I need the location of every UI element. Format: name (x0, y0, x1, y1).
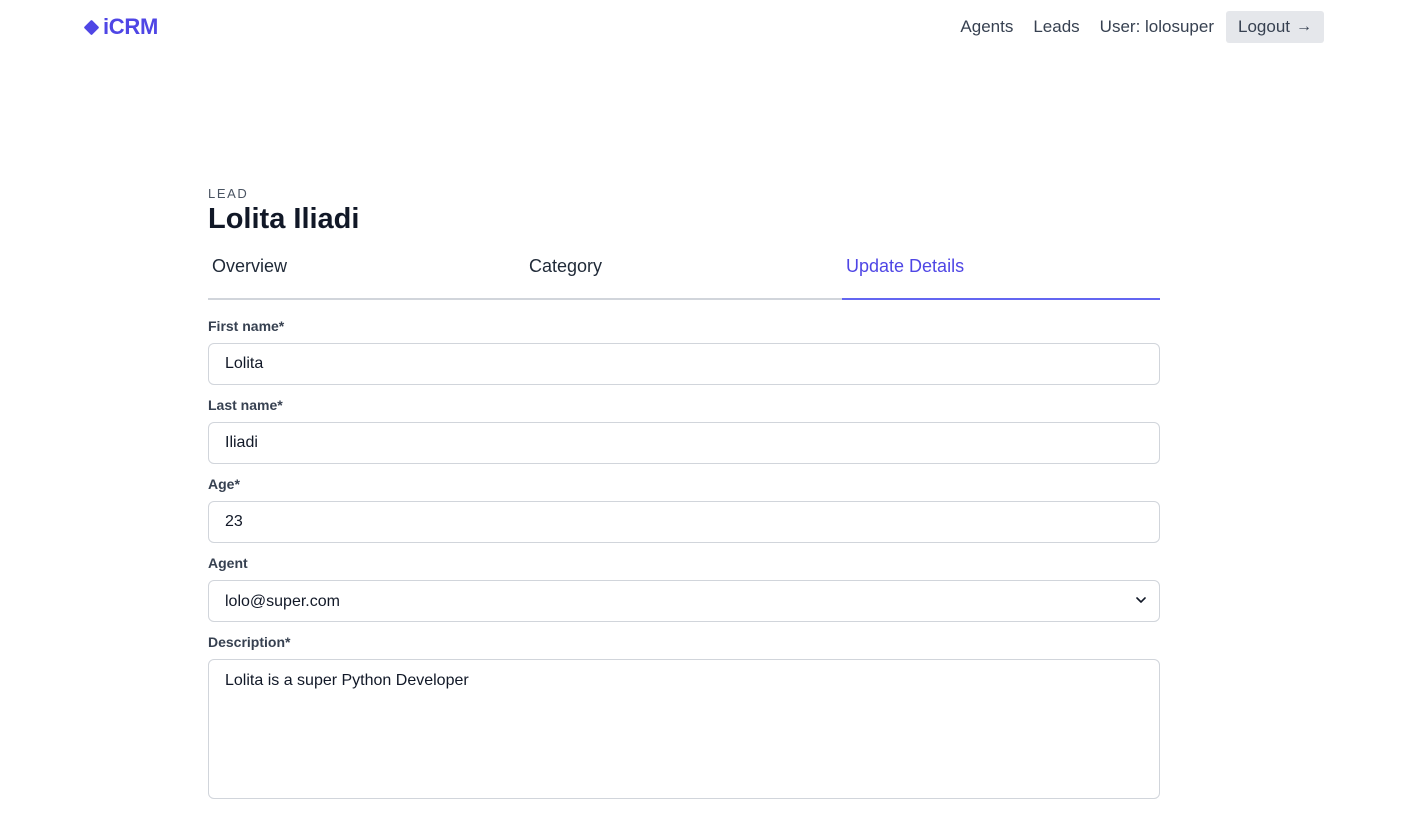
main-content: LEAD Lolita Iliadi Overview Category Upd… (208, 186, 1160, 816)
first-name-field: First name* (208, 318, 1160, 385)
agent-field: Agent lolo@super.com (208, 555, 1160, 622)
agent-select[interactable]: lolo@super.com (208, 580, 1160, 622)
diamond-icon (83, 19, 100, 35)
brand-name: iCRM (103, 14, 159, 39)
description-label: Description* (208, 634, 291, 650)
age-field: Age* (208, 476, 1160, 543)
logout-label: Logout (1238, 17, 1290, 36)
first-name-label: First name* (208, 318, 285, 334)
first-name-input[interactable] (208, 343, 1160, 385)
description-textarea[interactable]: Lolita is a super Python Developer (208, 659, 1160, 799)
agent-label: Agent (208, 555, 248, 571)
last-name-field: Last name* (208, 397, 1160, 464)
last-name-input[interactable] (208, 422, 1160, 464)
page-title: Lolita Iliadi (208, 203, 360, 235)
current-user-label: User: lolosuper (1099, 17, 1214, 36)
page-overline: LEAD (208, 186, 249, 201)
age-label: Age* (208, 476, 240, 492)
tab-update-details[interactable]: Update Details (842, 256, 1160, 300)
nav-links: Agents Leads User: lolosuper Logout → (960, 11, 1324, 43)
arrow-right-icon: → (1296, 18, 1312, 35)
nav-link-agents[interactable]: Agents (960, 17, 1013, 37)
description-field: Description* Lolita is a super Python De… (208, 634, 1160, 804)
brand-logo[interactable]: iCRM (83, 14, 159, 40)
tab-bar: Overview Category Update Details (208, 256, 1160, 300)
logout-button[interactable]: Logout → (1226, 11, 1324, 43)
age-input[interactable] (208, 501, 1160, 543)
update-lead-form: First name* Last name* Age* Agent lolo@s… (208, 318, 1160, 804)
agent-select-wrapper: lolo@super.com (208, 580, 1160, 622)
tab-category[interactable]: Category (525, 256, 842, 298)
tab-overview[interactable]: Overview (208, 256, 525, 298)
nav-link-leads[interactable]: Leads (1033, 17, 1079, 37)
navbar: iCRM Agents Leads User: lolosuper Logout… (0, 0, 1416, 56)
last-name-label: Last name* (208, 397, 283, 413)
